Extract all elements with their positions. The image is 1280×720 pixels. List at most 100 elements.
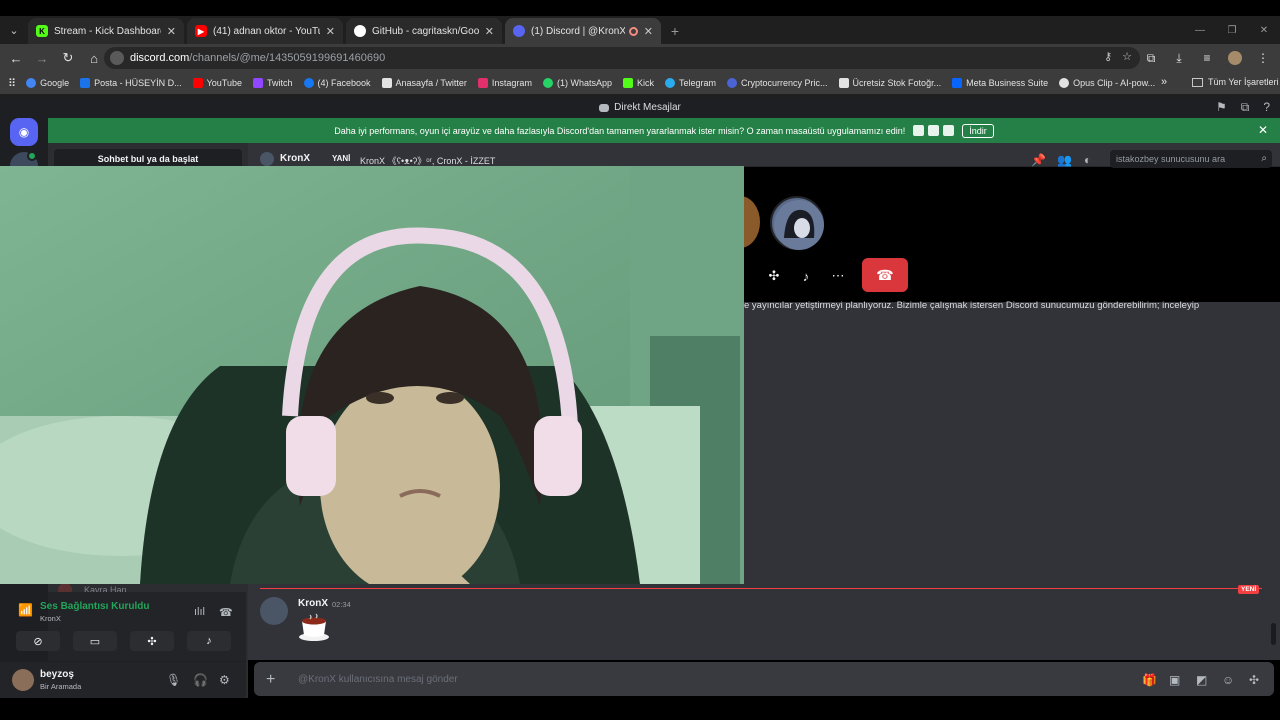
home-icon[interactable]: ⌂	[82, 46, 106, 70]
apps-icon[interactable]: ✣	[1249, 673, 1259, 687]
password-key-icon[interactable]: ⚷	[1104, 50, 1112, 63]
tab-title: (41) adnan oktor - YouTube	[213, 25, 320, 37]
reading-list-icon[interactable]: ≡	[1196, 46, 1218, 70]
profile-avatar-icon[interactable]	[1224, 46, 1246, 70]
tab-discord[interactable]: (1) Discord | @KronX ✕	[505, 18, 661, 44]
banner-text: Daha iyi performans, oyun içi arayüz ve …	[334, 125, 906, 136]
more-options-icon[interactable]: ⋯	[824, 262, 852, 290]
bookmark-instagram[interactable]: Instagram	[477, 78, 532, 88]
download-icon[interactable]: ⤓	[1168, 46, 1190, 70]
participant-avatar[interactable]	[770, 196, 824, 250]
search-input[interactable]: istakozbey sunucusunu ara ⌕	[1110, 150, 1272, 168]
tab-kick[interactable]: K Stream - Kick Dashboard ✕	[28, 18, 184, 44]
close-window-icon[interactable]: ✕	[1248, 16, 1280, 44]
youtube-icon	[192, 78, 203, 88]
scrollbar[interactable]	[1271, 623, 1276, 645]
windows-icon	[943, 125, 955, 136]
folder-icon	[1192, 77, 1203, 87]
pin-icon[interactable]: 📌	[1031, 153, 1046, 167]
bookmark-telegram[interactable]: Telegram	[665, 78, 716, 88]
forward-icon[interactable]: →	[30, 46, 54, 70]
tab-github[interactable]: GitHub - cagritaskn/GoodbyeD ✕	[346, 18, 502, 44]
tab-title: Stream - Kick Dashboard	[54, 25, 161, 37]
microphone-icon[interactable]: 🎙	[166, 673, 181, 687]
soundboard-button[interactable]: ♪	[187, 631, 231, 651]
message-author[interactable]: KronX	[298, 598, 328, 609]
inbox-flag-icon[interactable]: ⚑	[1216, 100, 1227, 115]
bookmark-star-icon[interactable]: ☆	[1122, 50, 1132, 63]
more-bookmarks-icon[interactable]: »	[1161, 76, 1167, 88]
restore-icon[interactable]: ❐	[1216, 16, 1248, 44]
close-tab-icon[interactable]: ✕	[485, 25, 494, 38]
bookmark-meta[interactable]: Meta Business Suite	[952, 78, 1048, 88]
reload-icon[interactable]: ↻	[56, 46, 80, 70]
bookmark-opus[interactable]: Opus Clip - AI-pow...	[1059, 78, 1155, 88]
twitch-icon	[253, 78, 263, 88]
soundboard-icon: ♪	[206, 635, 212, 647]
close-tab-icon[interactable]: ✕	[644, 25, 653, 38]
voice-indicator-badge	[27, 151, 37, 161]
minimize-icon[interactable]: —	[1184, 16, 1216, 44]
settings-gear-icon[interactable]: ⚙	[219, 673, 230, 687]
bookmark-google[interactable]: Google	[26, 78, 69, 88]
bookmark-youtube[interactable]: YouTube	[192, 78, 242, 88]
tab-search-dropdown-icon[interactable]: ⌄	[0, 16, 28, 44]
coinmarketcap-icon	[727, 78, 738, 88]
gift-icon[interactable]: 🎁	[1142, 673, 1157, 687]
new-tab-button[interactable]: +	[664, 18, 686, 44]
bookmark-crypto[interactable]: Cryptocurrency Pric...	[727, 78, 828, 88]
activities-button[interactable]: ✣	[130, 631, 174, 651]
message-input[interactable]: @KronX kullanıcısına mesaj gönder	[298, 674, 458, 685]
noise-suppression-icon[interactable]: ılıl	[194, 606, 205, 618]
download-button[interactable]: İndir	[962, 123, 994, 138]
signal-icon[interactable]: 📶	[18, 603, 33, 617]
facebook-icon	[303, 78, 314, 88]
voice-status[interactable]: Ses Bağlantısı Kuruldu	[40, 601, 149, 612]
avatar[interactable]	[12, 669, 34, 691]
platform-icons	[913, 125, 955, 136]
headphones-icon[interactable]: 🎧	[193, 673, 208, 687]
emoji-icon[interactable]: ☺	[1222, 673, 1234, 687]
address-bar[interactable]: discord.com/channels/@me/143505919969146…	[104, 47, 1140, 69]
bookmark-twitch[interactable]: Twitch	[253, 78, 293, 88]
message-timestamp: 02:34	[332, 600, 351, 609]
leave-call-button[interactable]: ☎	[862, 258, 908, 292]
disconnect-icon[interactable]: ☎	[219, 606, 233, 619]
attach-plus-icon[interactable]: +	[266, 671, 275, 689]
bookmark-whatsapp[interactable]: (1) WhatsApp	[542, 78, 612, 88]
new-messages-divider	[260, 588, 1262, 589]
screen-share-icon[interactable]: ⧉	[1241, 100, 1250, 115]
discord-home-icon[interactable]: ◉	[10, 118, 38, 146]
character-avatar-icon	[774, 200, 824, 250]
close-tab-icon[interactable]: ✕	[167, 25, 176, 38]
back-icon[interactable]: ←	[4, 46, 28, 70]
bookmark-stock-photo[interactable]: Ücretsiz Stok Fotoğr...	[838, 78, 941, 88]
webcam-video-frame	[0, 166, 744, 584]
chat-title[interactable]: KronX	[280, 153, 310, 164]
extensions-icon[interactable]: ⧉	[1140, 46, 1162, 70]
all-bookmarks[interactable]: Tüm Yer İşaretleri	[1192, 77, 1279, 87]
gif-icon[interactable]: ▣	[1169, 673, 1180, 687]
help-icon[interactable]: ?	[1263, 100, 1270, 115]
avatar[interactable]	[260, 597, 288, 625]
soundboard-icon[interactable]: ♪	[792, 262, 820, 290]
screen-share-button[interactable]: ▭	[73, 631, 117, 651]
close-tab-icon[interactable]: ✕	[326, 25, 335, 38]
user-profile-icon[interactable]: ◐	[1084, 153, 1091, 167]
activities-icon[interactable]: ✣	[760, 262, 788, 290]
apps-grid-icon[interactable]: ⠿	[8, 77, 16, 90]
camera-off-button[interactable]: ⊘	[16, 631, 60, 651]
bookmark-kick[interactable]: Kick	[622, 78, 654, 88]
bookmark-posta[interactable]: Posta - HÜSEYİN D...	[80, 78, 182, 88]
close-banner-icon[interactable]: ✕	[1258, 123, 1268, 137]
site-info-icon[interactable]	[110, 51, 124, 65]
tab-title: (1) Discord | @KronX	[531, 25, 625, 37]
bookmark-twitter[interactable]: Anasayfa / Twitter	[381, 78, 467, 88]
username[interactable]: beyzoş	[40, 669, 74, 680]
bookmark-facebook[interactable]: (4) Facebook	[303, 78, 371, 88]
tab-youtube[interactable]: ▶ (41) adnan oktor - YouTube ✕	[187, 18, 343, 44]
sticker-icon[interactable]: ◩	[1196, 673, 1207, 687]
add-friends-icon[interactable]: 👥	[1057, 153, 1072, 167]
new-messages-badge: YENİ	[1238, 585, 1260, 594]
menu-kebab-icon[interactable]: ⋮	[1252, 46, 1274, 70]
